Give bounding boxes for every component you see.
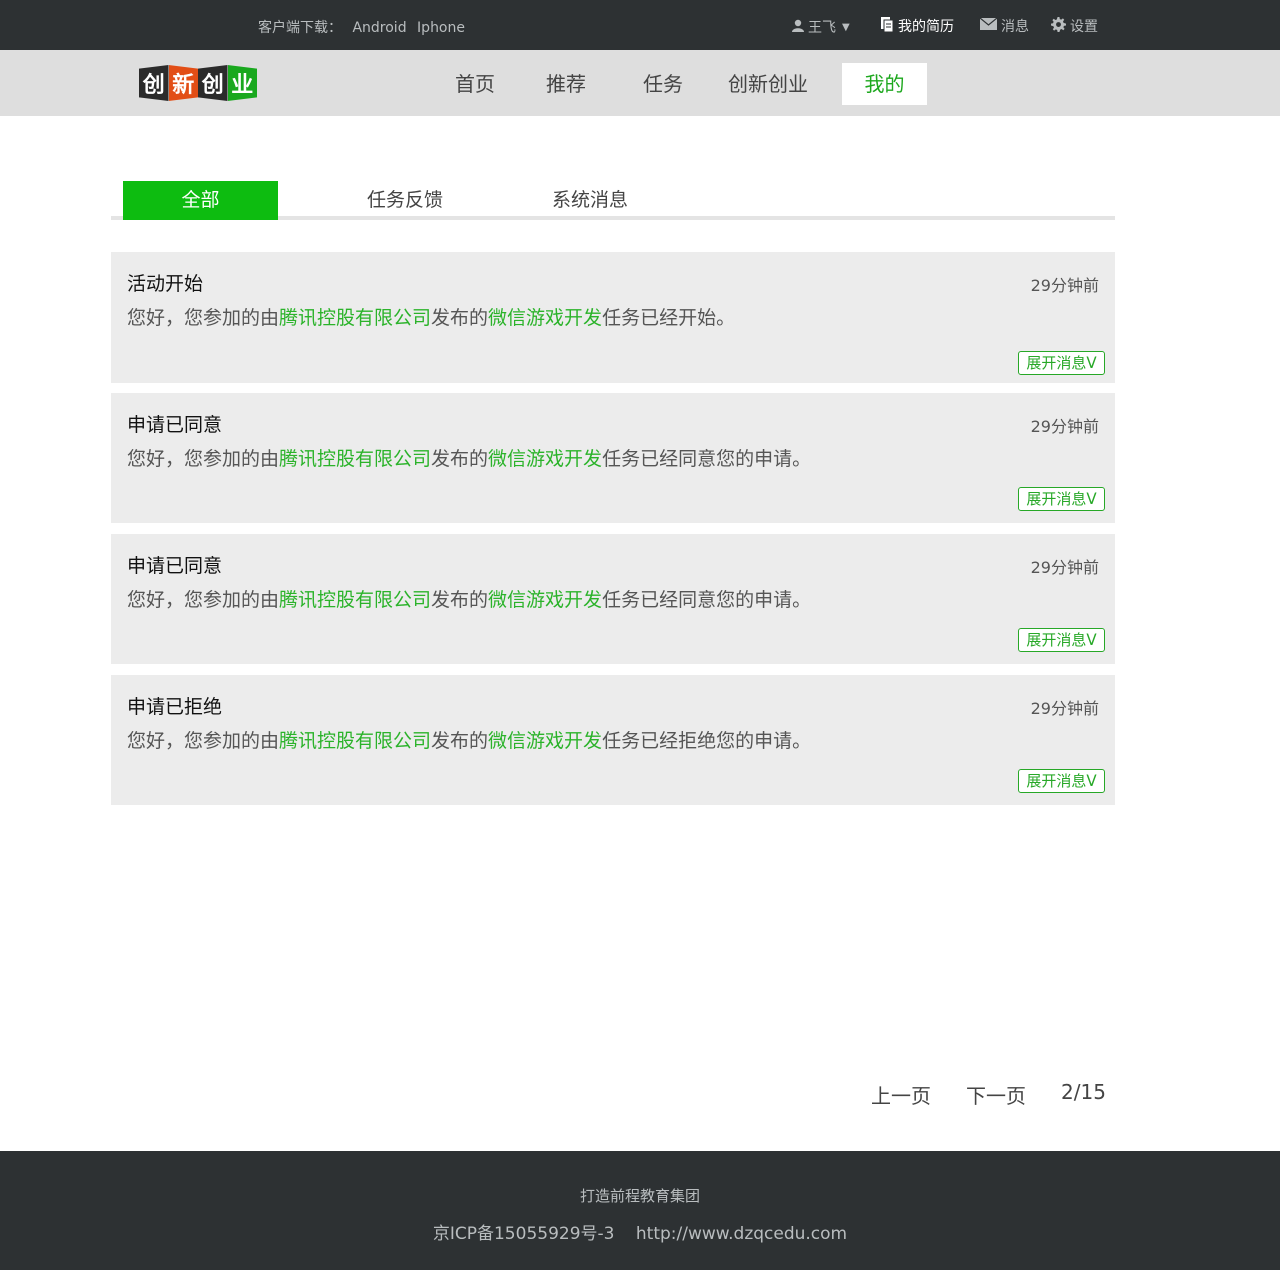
- site-logo[interactable]: 创 新 创 业: [139, 65, 257, 101]
- message-tabs: 全部 任务反馈 系统消息: [111, 180, 1115, 220]
- expand-message-button[interactable]: 展开消息ᐯ: [1018, 487, 1105, 511]
- android-download-link[interactable]: Android: [352, 20, 406, 36]
- message-time: 29分钟前: [1030, 699, 1099, 718]
- user-name: 王飞: [808, 20, 836, 36]
- message-time: 29分钟前: [1030, 558, 1099, 577]
- message-time: 29分钟前: [1030, 276, 1099, 295]
- task-link[interactable]: 微信游戏开发: [488, 307, 602, 329]
- my-resume-link[interactable]: 我的简历: [880, 16, 954, 36]
- company-link[interactable]: 腾讯控股有限公司: [279, 307, 431, 329]
- message-body: 您好，您参加的由腾讯控股有限公司发布的微信游戏开发任务已经拒绝您的申请。: [127, 726, 811, 753]
- gear-icon: [1051, 16, 1066, 36]
- nav-item-mine[interactable]: 我的: [842, 63, 927, 105]
- message-card: 活动开始 29分钟前 您好，您参加的由腾讯控股有限公司发布的微信游戏开发任务已经…: [111, 252, 1115, 383]
- message-card: 申请已同意 29分钟前 您好，您参加的由腾讯控股有限公司发布的微信游戏开发任务已…: [111, 534, 1115, 664]
- download-label: 客户端下载：: [258, 20, 342, 36]
- iphone-download-link[interactable]: Iphone: [417, 20, 465, 36]
- client-download: 客户端下载： Android Iphone: [258, 17, 465, 37]
- logo-char: 创: [139, 65, 169, 101]
- footer: 打造前程教育集团 京ICP备15055929号-3 http://www.dzq…: [0, 1151, 1280, 1270]
- message-text: 发布的: [431, 448, 489, 470]
- message-text: 您好，您参加的由: [127, 307, 280, 329]
- message-text: 发布的: [431, 730, 489, 752]
- expand-message-button[interactable]: 展开消息ᐯ: [1018, 769, 1105, 793]
- message-text: 发布的: [431, 307, 489, 329]
- tab-task-feedback[interactable]: 任务反馈: [345, 181, 465, 220]
- footer-info: 京ICP备15055929号-3 http://www.dzqcedu.com: [0, 1219, 1280, 1244]
- page-indicator: 2/15: [1061, 1080, 1106, 1104]
- message-card: 申请已同意 29分钟前 您好，您参加的由腾讯控股有限公司发布的微信游戏开发任务已…: [111, 393, 1115, 523]
- task-link[interactable]: 微信游戏开发: [488, 730, 602, 752]
- envelope-icon: [979, 17, 998, 34]
- message-text: 任务已经拒绝您的申请。: [602, 730, 812, 752]
- message-title: 活动开始: [127, 273, 204, 295]
- message-time: 29分钟前: [1030, 417, 1099, 436]
- settings-label: 设置: [1070, 19, 1098, 35]
- chevron-down-icon: ▼: [842, 21, 850, 33]
- task-link[interactable]: 微信游戏开发: [488, 589, 602, 611]
- user-icon: [792, 19, 804, 36]
- company-link[interactable]: 腾讯控股有限公司: [279, 730, 431, 752]
- message-body: 您好，您参加的由腾讯控股有限公司发布的微信游戏开发任务已经开始。: [127, 303, 735, 330]
- message-body: 您好，您参加的由腾讯控股有限公司发布的微信游戏开发任务已经同意您的申请。: [127, 585, 811, 612]
- messages-link[interactable]: 消息: [979, 16, 1029, 36]
- tab-all[interactable]: 全部: [123, 181, 278, 220]
- user-menu[interactable]: 王飞 ▼: [792, 17, 850, 37]
- prev-page-button[interactable]: 上一页: [871, 1080, 931, 1109]
- messages-label: 消息: [1001, 19, 1029, 35]
- message-text: 任务已经同意您的申请。: [602, 448, 812, 470]
- message-text: 您好，您参加的由: [127, 730, 280, 752]
- message-text: 您好，您参加的由: [127, 448, 280, 470]
- message-title: 申请已拒绝: [127, 696, 223, 718]
- tab-system-messages[interactable]: 系统消息: [530, 181, 650, 220]
- footer-url[interactable]: http://www.dzqcedu.com: [636, 1224, 847, 1244]
- logo-char: 业: [227, 65, 257, 101]
- nav-item-innovation[interactable]: 创新创业: [718, 63, 818, 105]
- message-text: 任务已经同意您的申请。: [602, 589, 812, 611]
- message-card: 申请已拒绝 29分钟前 您好，您参加的由腾讯控股有限公司发布的微信游戏开发任务已…: [111, 675, 1115, 805]
- company-link[interactable]: 腾讯控股有限公司: [279, 448, 431, 470]
- settings-link[interactable]: 设置: [1051, 16, 1098, 36]
- message-title: 申请已同意: [127, 414, 223, 436]
- message-body: 您好，您参加的由腾讯控股有限公司发布的微信游戏开发任务已经同意您的申请。: [127, 444, 811, 471]
- footer-slogan: 打造前程教育集团: [579, 1187, 700, 1205]
- task-link[interactable]: 微信游戏开发: [488, 448, 602, 470]
- expand-message-button[interactable]: 展开消息ᐯ: [1018, 351, 1105, 375]
- logo-char: 创: [198, 65, 228, 101]
- top-bar: 客户端下载： Android Iphone 王飞 ▼ 我的简历 消息 设置: [0, 0, 1280, 50]
- icp-number: 京ICP备15055929号-3: [432, 1224, 615, 1244]
- main-nav: 创 新 创 业 首页 推荐 任务 创新创业 我的: [0, 50, 1280, 116]
- message-text: 任务已经开始。: [602, 307, 736, 329]
- company-link[interactable]: 腾讯控股有限公司: [279, 589, 431, 611]
- nav-item-home[interactable]: 首页: [435, 63, 515, 105]
- expand-message-button[interactable]: 展开消息ᐯ: [1018, 628, 1105, 652]
- next-page-button[interactable]: 下一页: [966, 1080, 1026, 1109]
- message-text: 发布的: [431, 589, 489, 611]
- nav-item-recommend[interactable]: 推荐: [526, 63, 606, 105]
- nav-item-tasks[interactable]: 任务: [623, 63, 703, 105]
- logo-char: 新: [168, 65, 198, 101]
- message-text: 您好，您参加的由: [127, 589, 280, 611]
- my-resume-label: 我的简历: [898, 19, 954, 35]
- message-title: 申请已同意: [127, 555, 223, 577]
- document-icon: [880, 16, 894, 36]
